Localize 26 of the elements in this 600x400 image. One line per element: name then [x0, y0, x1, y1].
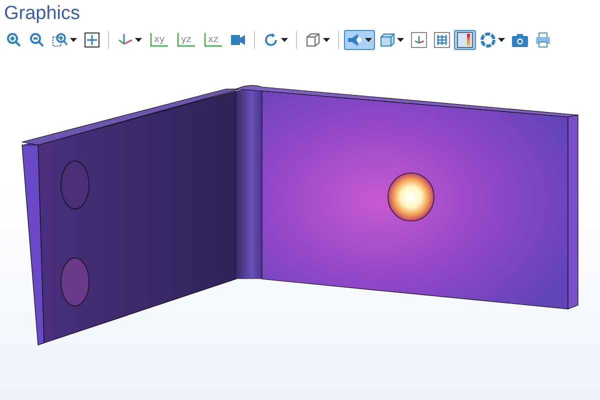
toolbar-button[interactable] [344, 30, 375, 50]
wireframe-cube-icon [305, 32, 321, 48]
toolbar-button[interactable] [408, 30, 430, 50]
grid-icon [434, 32, 450, 48]
print-icon [535, 32, 551, 48]
caret-icon [70, 38, 77, 42]
caret-icon [281, 38, 288, 42]
caret-icon [365, 38, 372, 42]
toolbar-button[interactable] [454, 30, 476, 50]
transparency-cube-icon [379, 32, 395, 48]
caret-icon [323, 38, 330, 42]
camera-icon [512, 32, 528, 48]
camera-view-icon [230, 32, 246, 48]
rotate-icon [263, 32, 279, 48]
color-legend-icon [457, 32, 473, 48]
axis-triad-icon [411, 32, 427, 48]
zoom-in-icon [6, 32, 22, 48]
caret-icon [397, 38, 404, 42]
toolbar-button[interactable] [431, 30, 453, 50]
panel-title: Graphics [3, 2, 82, 26]
caret-icon [135, 38, 142, 42]
zoom-box-icon [52, 32, 68, 48]
zoom-out-icon [29, 32, 45, 48]
caret-icon [498, 38, 505, 42]
zoom-extents-icon [84, 32, 100, 48]
aperture-icon [480, 32, 496, 48]
